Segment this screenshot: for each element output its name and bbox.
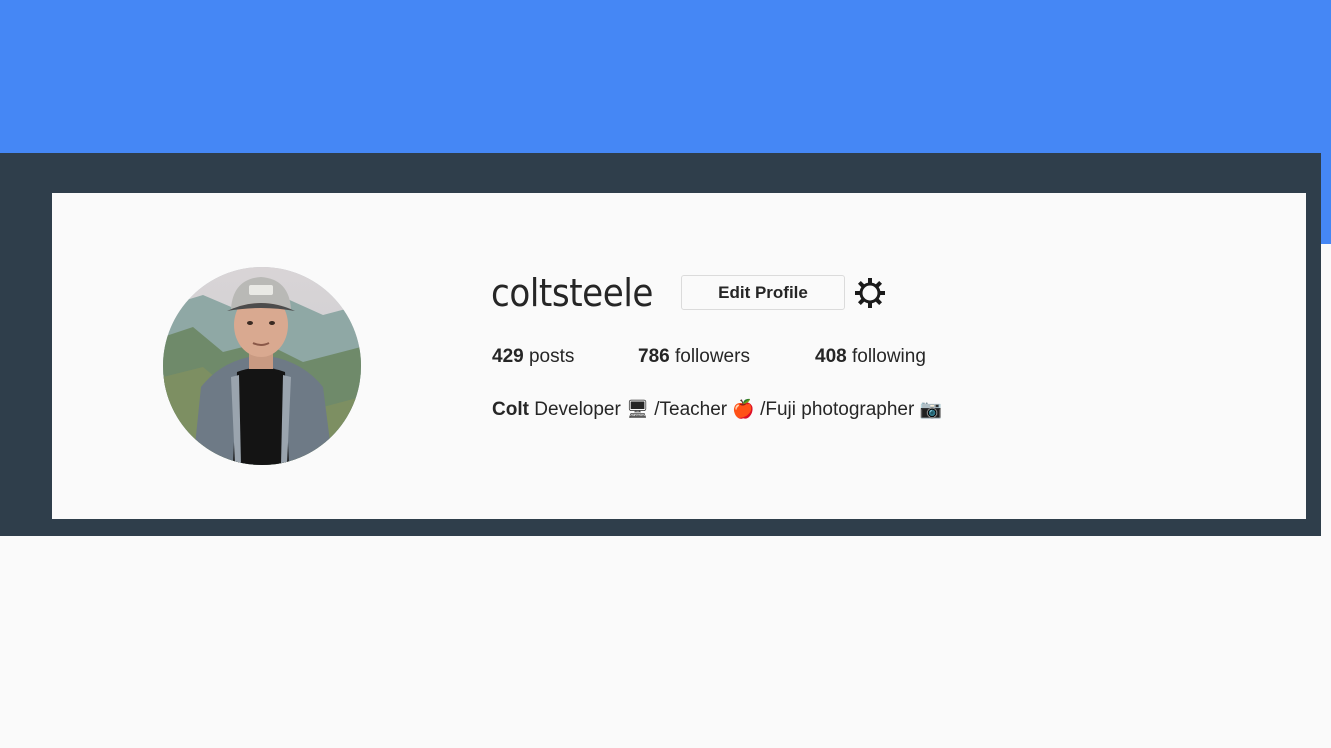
camera-icon: 📷 (919, 399, 943, 420)
stat-followers[interactable]: 786 followers (638, 344, 750, 370)
following-count: 408 (815, 346, 847, 367)
apple-icon: 🍎 (732, 399, 755, 420)
bio-part-photographer: /Fuji photographer (760, 399, 915, 420)
bio: Colt Developer 🖥 /Teacher 🍎 /Fuji photog… (492, 397, 942, 423)
username: coltsteele (491, 271, 653, 315)
posts-count: 429 (492, 346, 524, 367)
following-label: following (851, 346, 926, 367)
edit-profile-button[interactable]: Edit Profile (681, 275, 845, 310)
computer-icon: 🖥 (626, 399, 649, 420)
followers-label: followers (674, 346, 750, 367)
bio-part-developer: Developer (534, 399, 621, 420)
posts-label: posts (528, 346, 575, 367)
followers-count: 786 (638, 346, 670, 367)
stat-posts[interactable]: 429 posts (492, 344, 574, 370)
gear-icon[interactable] (854, 277, 886, 309)
stat-following[interactable]: 408 following (815, 344, 926, 370)
bio-name: Colt (492, 399, 529, 420)
avatar[interactable] (163, 267, 361, 465)
profile-photo (163, 267, 361, 465)
bio-part-teacher: /Teacher (654, 399, 728, 420)
